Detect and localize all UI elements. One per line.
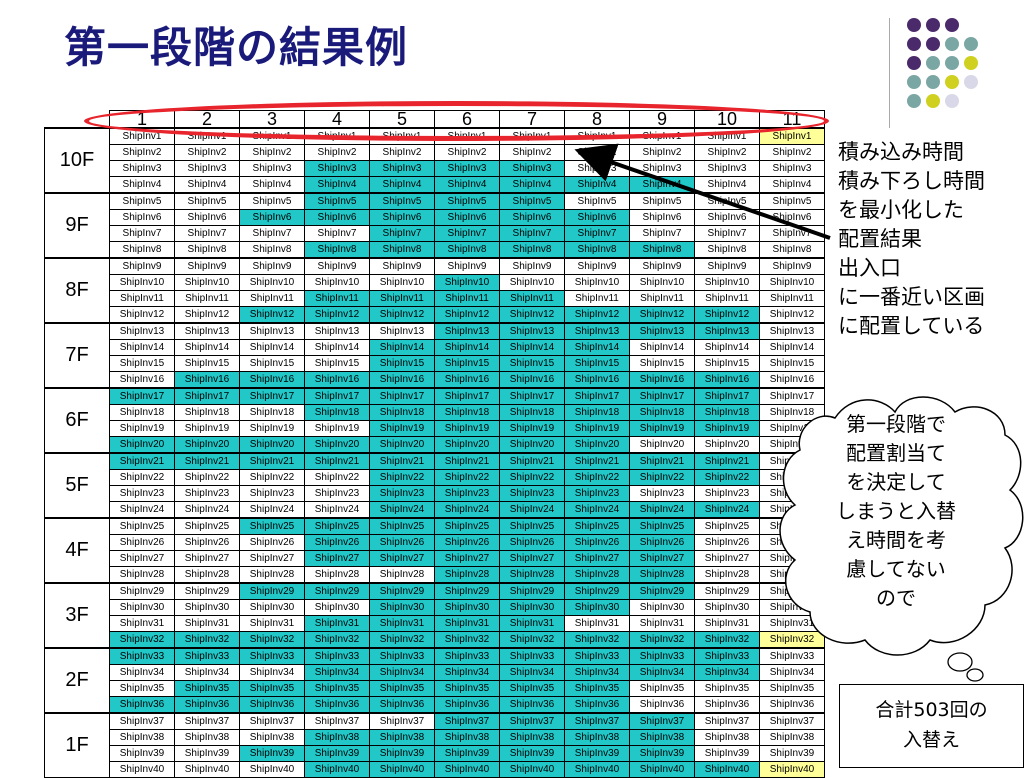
box-lines-line: 入替え [902,729,960,751]
cloud-text: 第一段階で配置割当てを決定してしまうと入替 え時間を考慮してないので [806,410,986,613]
note-lines-line: を最小化した [838,198,964,222]
note-lines-line: 配置結果 [838,227,922,251]
note-lines-line: に配置している [838,314,985,338]
cloud-lines-line: 配置割当て [846,441,946,465]
annotation-note: 積み込み時間 積み下ろし時間 を最小化した 配置結果出入口に一番近い区画 に配置している [838,138,985,341]
note-lines-line: 積み下ろし時間 [838,169,985,193]
cloud-lines-line: ので [876,586,916,610]
note-lines-line: 積み込み時間 [838,140,964,164]
note-lines-line: に一番近い区画 [838,285,985,309]
cloud-lines-line: 慮してない [846,557,946,581]
total-swaps-box: 合計503回の 入替え [839,684,1024,768]
cloud-lines-line: を決定して [846,470,946,494]
cloud-bubble-large [947,652,973,672]
cloud-lines-line: え時間を考 [846,528,946,552]
arrow-line [574,143,831,240]
cloud-bubble-small [966,668,984,682]
box-lines-line: 合計503回の [875,699,988,721]
cloud-lines-line: しまうと入替 [836,499,956,523]
note-lines-line: 出入口 [838,256,901,280]
cloud-lines-line: 第一段階で [846,412,946,436]
arrow-graphic [574,143,1024,682]
